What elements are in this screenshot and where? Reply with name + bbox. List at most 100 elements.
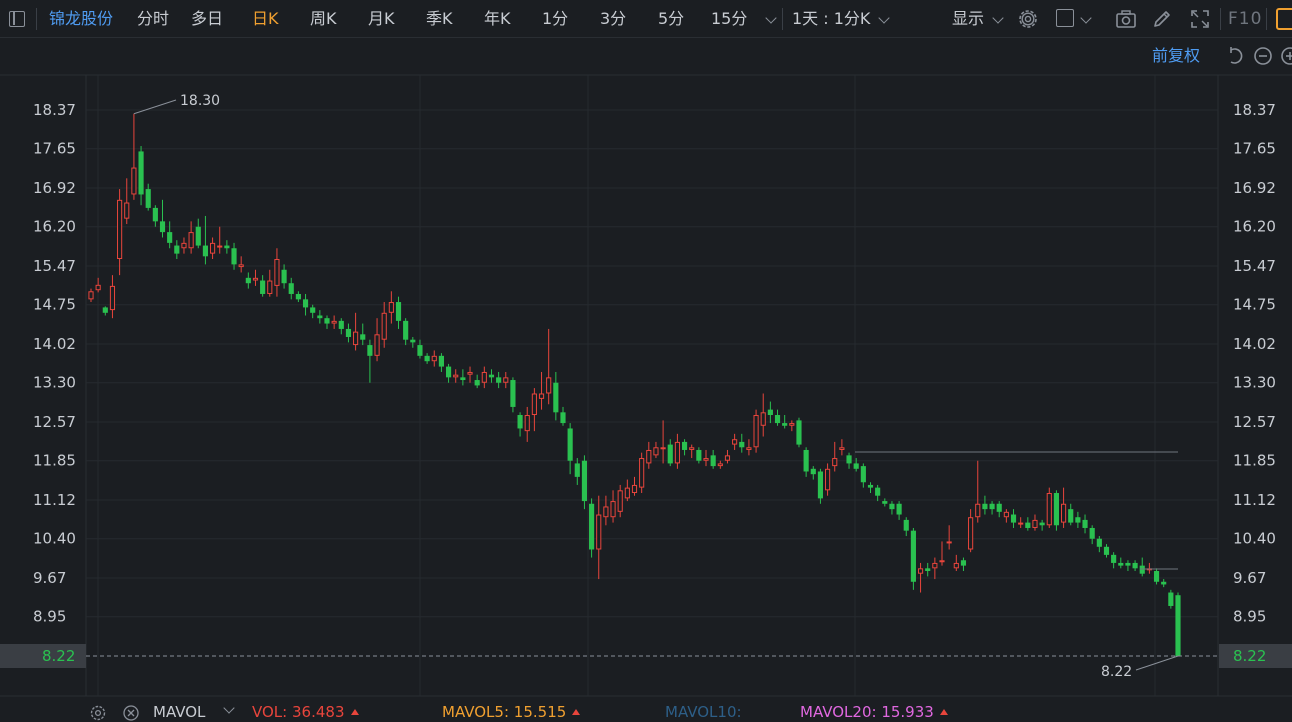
candle-body-down — [496, 377, 502, 383]
y-axis-tick-label-left: 10.40 — [33, 530, 76, 548]
candle-body-up — [188, 232, 194, 249]
mavol5-label: MAVOL5: — [442, 703, 510, 721]
mavol5-up-arrow-icon — [572, 709, 581, 715]
y-axis-tick-label-right: 14.75 — [1233, 296, 1276, 314]
candle-body-up — [724, 455, 731, 461]
mavol20-readout: MAVOL20: 15.933 — [800, 702, 948, 722]
mavol10-label: MAVOL10: — [665, 703, 742, 721]
candle-body-up — [1003, 511, 1009, 518]
candle-body-down — [903, 519, 909, 531]
candle-body-up — [624, 487, 630, 499]
mavol20-label: MAVOL20: — [800, 703, 877, 721]
candle-body-down — [438, 355, 444, 367]
candle-body-up — [131, 167, 137, 195]
candle-body-up — [953, 562, 959, 569]
candle-body-down — [145, 189, 151, 208]
candle-body-down — [1025, 522, 1031, 528]
candle-body-down — [910, 530, 916, 582]
mavol5-readout: MAVOL5: 15.515 — [442, 702, 581, 722]
vol-up-arrow-icon — [350, 709, 359, 715]
y-axis-tick-label-left: 18.37 — [33, 101, 76, 119]
price-adjust-dropdown[interactable]: 前复权 — [1152, 44, 1200, 68]
high-annotation-label: 18.30 — [180, 93, 220, 109]
candle-body-down — [460, 377, 466, 381]
y-axis-tick-label-left: 14.75 — [33, 296, 76, 314]
zoom-out-icon[interactable] — [1253, 46, 1273, 66]
candle-body-down — [860, 466, 866, 483]
candle-body-up — [1018, 522, 1024, 525]
candle-body-down — [960, 560, 967, 566]
candle-body-down — [1103, 546, 1110, 555]
y-axis-tick-label-right: 17.65 — [1233, 140, 1276, 158]
candle-body-down — [867, 484, 874, 488]
candle-body-down — [310, 307, 316, 313]
candle-body-down — [367, 345, 373, 356]
candle-body-up — [917, 568, 924, 574]
candle-body-down — [174, 245, 180, 254]
candle-body-down — [1089, 527, 1095, 539]
candle-body-down — [581, 460, 588, 502]
candle-body-down — [1139, 565, 1145, 574]
candle-body-up — [631, 484, 638, 494]
indicator-close-icon[interactable] — [122, 704, 140, 722]
candle-body-down — [195, 226, 201, 246]
candle-body-down — [1053, 493, 1060, 526]
candle-body-down — [667, 444, 673, 464]
candle-body-up — [374, 334, 380, 356]
candle-body-down — [996, 503, 1002, 512]
candle-body-down — [875, 487, 881, 496]
candle-body-down — [796, 420, 802, 445]
candle-body-down — [338, 320, 344, 329]
indicator-name-dropdown[interactable]: MAVOL — [153, 702, 205, 722]
candle-body-down — [424, 355, 430, 362]
candle-body-down — [317, 315, 323, 319]
indicator-settings-gear-icon[interactable] — [89, 704, 107, 722]
candle-body-down — [102, 307, 108, 313]
candle-body-up — [1032, 519, 1038, 528]
candle-body-up — [209, 242, 216, 254]
candle-body-down — [1082, 519, 1088, 528]
y-axis-tick-label-left: 15.47 — [33, 257, 76, 275]
candle-body-down — [510, 380, 516, 407]
candle-body-down — [889, 503, 895, 510]
candle-body-down — [324, 318, 330, 324]
candle-body-up — [753, 415, 759, 448]
y-axis-tick-label-right: 16.20 — [1233, 218, 1276, 236]
candle-body-down — [152, 207, 158, 222]
candle-body-up — [746, 447, 752, 450]
undo-icon[interactable] — [1224, 46, 1244, 66]
chart-background — [0, 38, 1292, 700]
candle-body-down — [295, 293, 301, 300]
y-axis-tick-label-left: 16.92 — [33, 179, 76, 197]
candle-body-down — [1068, 509, 1074, 523]
candle-body-down — [202, 245, 208, 257]
candle-body-down — [925, 568, 931, 572]
zoom-in-icon[interactable] — [1280, 46, 1292, 66]
vol-readout: VOL: 36.483 — [252, 702, 359, 722]
candle-body-down — [1175, 595, 1181, 656]
candle-body-up — [88, 291, 94, 300]
y-axis-tick-label-left: 12.57 — [33, 413, 76, 431]
candle-body-down — [567, 428, 573, 461]
candle-body-up — [968, 517, 974, 550]
candle-body-down — [882, 501, 888, 504]
candle-body-up — [1061, 503, 1067, 523]
candle-body-down — [1153, 571, 1160, 582]
candle-body-up — [388, 302, 394, 313]
candle-body-down — [260, 280, 266, 294]
candle-body-down — [410, 339, 416, 343]
candlestick-chart[interactable]: 18.37 18.37 17.65 17.65 16.92 16.92 16.20 16.20… — [0, 0, 1292, 700]
candle-body-up — [596, 514, 602, 550]
y-axis-tick-label-right: 12.57 — [1233, 413, 1276, 431]
candle-body-down — [1111, 554, 1117, 563]
candle-body-up — [331, 320, 337, 324]
current-price-label-left: 8.22 — [42, 647, 75, 665]
candle-body-up — [1046, 493, 1052, 526]
y-axis-tick-label-right: 15.47 — [1233, 257, 1276, 275]
candle-body-up — [660, 447, 666, 450]
candle-body-down — [281, 269, 287, 284]
indicator-chevron-down-icon[interactable] — [223, 702, 235, 714]
y-axis-tick-label-left: 16.20 — [33, 218, 76, 236]
y-axis-tick-label-right: 10.40 — [1233, 530, 1276, 548]
candle-body-up — [117, 199, 123, 260]
